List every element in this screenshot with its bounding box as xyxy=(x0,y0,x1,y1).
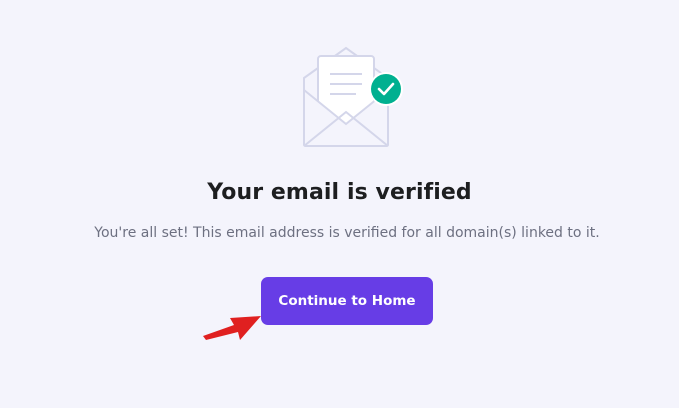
envelope-verified-icon xyxy=(298,42,408,152)
check-icon xyxy=(371,74,401,104)
continue-to-home-button[interactable]: Continue to Home xyxy=(261,277,433,325)
page-subtitle: You're all set! This email address is ve… xyxy=(94,225,600,241)
page-title: Your email is verified xyxy=(207,180,472,205)
red-arrow-icon xyxy=(200,305,264,343)
